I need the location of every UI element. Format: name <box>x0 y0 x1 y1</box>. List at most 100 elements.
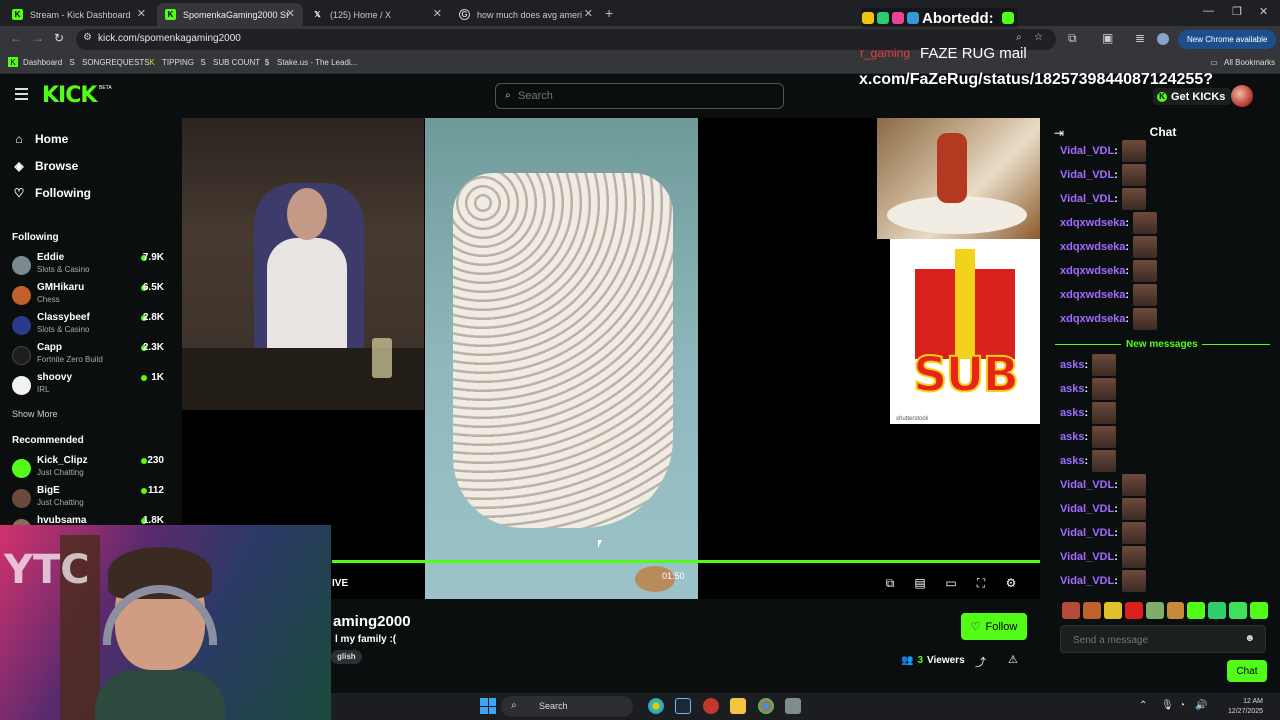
tray-chevron-icon[interactable]: ⌃ <box>1139 700 1147 711</box>
emote-icon[interactable] <box>1166 602 1185 619</box>
fullscreen-icon[interactable]: ⛶ <box>974 576 988 590</box>
get-kicks-button[interactable]: K Get KICKs <box>1153 88 1232 105</box>
chat-username[interactable]: Vidal_VDL <box>1060 479 1114 491</box>
sidebar-item-following[interactable]: ♡ Following <box>13 186 91 200</box>
calculator-icon[interactable] <box>785 698 801 714</box>
emote-icon[interactable] <box>1103 602 1122 619</box>
window-close-icon[interactable]: ✕ <box>1259 5 1268 18</box>
maximize-icon[interactable]: ❐ <box>1232 5 1242 18</box>
bookmark-star-icon[interactable]: ☆ <box>1034 32 1043 43</box>
chat-username[interactable]: xdqxwdseka <box>1060 313 1125 325</box>
bookmark-stake[interactable]: $ Stake.us - The Leadi... <box>262 57 358 67</box>
bookmark-sub-count[interactable]: S SUB COUNT <box>198 57 260 67</box>
chat-username[interactable]: Vidal_VDL <box>1060 575 1114 587</box>
chat-input-box[interactable]: ☻ <box>1060 625 1266 653</box>
taskbar-search[interactable]: ⌕ Search <box>501 696 633 717</box>
settings-gear-icon[interactable]: ⚙ <box>1004 576 1018 590</box>
sidebar-item-browse[interactable]: ◈ Browse <box>13 159 78 173</box>
chat-send-button[interactable]: Chat <box>1227 660 1267 682</box>
chrome-icon[interactable] <box>648 698 664 714</box>
pip-icon[interactable]: ⧉ <box>883 576 897 590</box>
new-messages-divider[interactable]: New messages <box>1055 339 1270 351</box>
emoji-picker-icon[interactable]: ☻ <box>1244 633 1255 644</box>
file-explorer-icon[interactable] <box>730 698 746 714</box>
chat-username[interactable]: asks <box>1060 407 1084 419</box>
sidebar-channel-capp[interactable]: Capp Fortnite Zero Build 2.3K <box>12 342 164 370</box>
bookmark-tipping[interactable]: K TIPPING <box>147 57 194 67</box>
chat-username[interactable]: xdqxwdseka <box>1060 241 1125 253</box>
sidebar-channel-gmhikaru[interactable]: GMHikaru Chess 6.5K <box>12 282 164 310</box>
chat-username[interactable]: Vidal_VDL <box>1060 503 1114 515</box>
chrome-icon[interactable] <box>758 698 774 714</box>
live-progress-bar[interactable] <box>332 560 1040 563</box>
close-icon[interactable]: ✕ <box>286 7 295 20</box>
chat-username[interactable]: Vidal_VDL <box>1060 169 1114 181</box>
bookmark-songrequests[interactable]: S SONGREQUESTS <box>67 57 149 67</box>
emote-icon[interactable] <box>1124 602 1143 619</box>
close-icon[interactable]: ✕ <box>137 7 146 20</box>
site-info-icon[interactable]: ⚙ <box>83 32 92 43</box>
follow-button[interactable]: ♡ Follow <box>961 613 1027 640</box>
bookmark-dashboard[interactable]: K Dashboard <box>8 57 62 67</box>
kick-logo[interactable]: KICK <box>42 83 97 108</box>
chat-username[interactable]: Vidal_VDL <box>1060 527 1114 539</box>
tab-search-icon[interactable]: ▣ <box>1102 31 1113 45</box>
emote-icon[interactable] <box>1145 602 1164 619</box>
browser-tab-active[interactable]: K SpomenkaGaming2000 Stream ✕ <box>157 3 303 26</box>
wifi-icon[interactable]: ◔ <box>1179 700 1185 711</box>
steam-icon[interactable] <box>675 698 691 714</box>
all-bookmarks-button[interactable]: ▭ All Bookmarks <box>1209 57 1275 67</box>
report-icon[interactable]: ⚠ <box>1008 653 1018 666</box>
windows-start-icon[interactable] <box>480 698 496 714</box>
chat-username[interactable]: xdqxwdseka <box>1060 265 1125 277</box>
browser-tab[interactable]: 𝕏 (125) Home / X ✕ <box>304 3 450 26</box>
close-icon[interactable]: ✕ <box>584 7 593 20</box>
theater-icon[interactable]: ▤ <box>913 576 927 590</box>
mini-player-icon[interactable]: ▭ <box>944 576 958 590</box>
search-input[interactable] <box>518 88 768 104</box>
emote-icon[interactable] <box>1082 602 1101 619</box>
chat-message-input[interactable] <box>1073 632 1243 648</box>
emote-icon[interactable] <box>1187 602 1206 619</box>
minimize-icon[interactable]: — <box>1203 5 1214 17</box>
reload-icon[interactable]: ↻ <box>54 31 64 45</box>
profile-avatar[interactable] <box>1157 33 1169 45</box>
sidebar-channel-bige[interactable]: BigE Just Chatting 112 <box>12 485 164 513</box>
sidebar-channel-classybeef[interactable]: Classybeef Slots & Casino 2.8K <box>12 312 164 340</box>
chat-username[interactable]: xdqxwdseka <box>1060 217 1125 229</box>
taskbar-clock[interactable]: 12 AM 12/27/2025 <box>1203 697 1263 717</box>
emote-icon[interactable] <box>1229 602 1248 619</box>
emote-icon[interactable] <box>1208 602 1227 619</box>
chat-username[interactable]: Vidal_VDL <box>1060 551 1114 563</box>
language-tag[interactable]: glish <box>331 650 362 664</box>
share-icon[interactable]: ⤴ <box>975 654 986 670</box>
sidebar-item-home[interactable]: ⌂ Home <box>13 132 68 146</box>
forward-arrow-icon[interactable]: → <box>32 31 44 45</box>
new-chrome-available-button[interactable]: New Chrome available <box>1178 30 1277 49</box>
search-bar[interactable]: ⌕ <box>495 83 784 109</box>
zoom-icon[interactable]: ⌕ <box>1016 32 1022 43</box>
back-arrow-icon[interactable]: ← <box>10 31 22 45</box>
close-icon[interactable]: ✕ <box>433 7 442 20</box>
sidebar-channel-eddie[interactable]: Eddie Slots & Casino 7.9K <box>12 252 164 280</box>
app-icon[interactable] <box>703 698 719 714</box>
extensions-icon[interactable]: ⧉ <box>1068 31 1077 46</box>
user-avatar[interactable] <box>1231 85 1253 107</box>
chat-username[interactable]: asks <box>1060 431 1084 443</box>
microphone-icon[interactable]: 🎙 <box>1161 700 1174 711</box>
emote-icon[interactable] <box>1250 602 1269 619</box>
chat-username[interactable]: xdqxwdseka <box>1060 289 1125 301</box>
emote-icon[interactable] <box>1062 602 1080 619</box>
browser-tab[interactable]: K Stream - Kick Dashboard ✕ <box>4 3 154 26</box>
menu-icon[interactable] <box>15 88 28 100</box>
chat-username[interactable]: Vidal_VDL <box>1060 193 1114 205</box>
chat-username[interactable]: Vidal_VDL <box>1060 145 1114 157</box>
browser-tab[interactable]: G how much does avg american ✕ <box>451 3 601 26</box>
chat-username[interactable]: asks <box>1060 383 1084 395</box>
show-more-link[interactable]: Show More <box>12 409 58 419</box>
media-control-icon[interactable]: ≣ <box>1135 31 1145 45</box>
chat-username[interactable]: asks <box>1060 359 1084 371</box>
new-tab-button[interactable]: + <box>605 5 613 21</box>
chat-username[interactable]: asks <box>1060 455 1084 467</box>
sidebar-channel-kick-clipz[interactable]: Kick_Clipz Just Chatting 230 <box>12 455 164 483</box>
